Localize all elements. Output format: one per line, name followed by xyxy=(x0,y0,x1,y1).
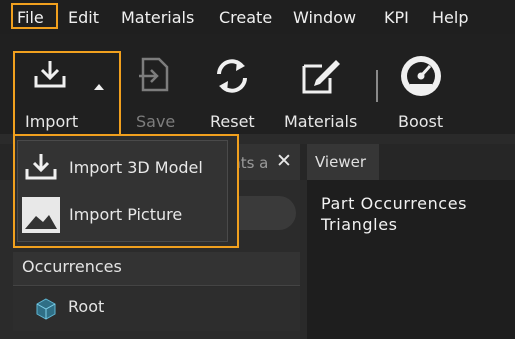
boost-gauge-icon xyxy=(401,56,441,96)
reset-button[interactable]: Reset xyxy=(210,112,255,131)
toolbar-divider xyxy=(376,70,378,102)
materials-icon xyxy=(302,60,340,94)
reset-icon xyxy=(217,59,247,93)
import-icon xyxy=(34,61,66,88)
menu-file-highlight xyxy=(11,3,58,29)
viewer-tab-label: Viewer xyxy=(315,153,366,171)
materials-button[interactable]: Materials xyxy=(284,112,357,131)
menu-create[interactable]: Create xyxy=(219,8,272,27)
chevron-up-icon[interactable] xyxy=(94,84,104,90)
tree-row-root[interactable] xyxy=(13,287,300,331)
cube-icon xyxy=(36,298,56,320)
boost-button[interactable]: Boost xyxy=(398,112,443,131)
close-icon[interactable]: ✕ xyxy=(276,150,292,172)
menu-help[interactable]: Help xyxy=(432,8,468,27)
menu-edit[interactable]: Edit xyxy=(68,8,99,27)
menu-kpi[interactable]: KPI xyxy=(384,8,409,27)
viewer-stat-part-occurrences: Part Occurrences xyxy=(321,194,468,213)
menu-window[interactable]: Window xyxy=(293,8,356,27)
save-icon xyxy=(139,57,169,92)
import-label: Import xyxy=(25,112,79,131)
viewer-stat-triangles: Triangles xyxy=(321,215,398,234)
viewer-stats: Part Occurrences Triangles xyxy=(321,193,467,235)
menu-materials[interactable]: Materials xyxy=(121,8,194,27)
picture-icon xyxy=(22,197,60,233)
import-icon xyxy=(25,154,57,180)
import-3d-model-label: Import 3D Model xyxy=(69,158,203,177)
tree-row-root-label: Root xyxy=(68,297,105,316)
import-picture-label: Import Picture xyxy=(69,205,183,224)
save-button[interactable]: Save xyxy=(136,112,175,131)
occurrences-label: Occurrences xyxy=(22,257,122,276)
